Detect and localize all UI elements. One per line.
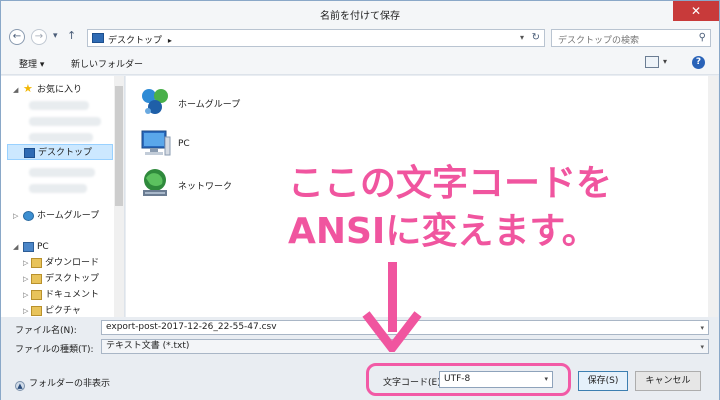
- down-arrow-icon: [362, 262, 422, 352]
- filetype-dropdown-icon[interactable]: ▾: [700, 341, 704, 354]
- view-options-icon[interactable]: [645, 56, 659, 68]
- sidebar-label: お気に入り: [37, 85, 83, 95]
- homegroup-icon: [23, 211, 34, 221]
- back-button[interactable]: ←: [9, 29, 25, 45]
- breadcrumb-arrow-icon[interactable]: ▸: [168, 36, 172, 45]
- desktop-icon: [92, 33, 104, 43]
- hide-folders-button[interactable]: ▲ フォルダーの非表示: [15, 376, 110, 391]
- sidebar-item-desktop[interactable]: デスクトップ: [7, 144, 113, 160]
- expand-icon[interactable]: ◢: [13, 239, 18, 255]
- breadcrumb-label: デスクトップ: [108, 36, 163, 46]
- search-icon[interactable]: ⚲: [699, 32, 706, 43]
- filetype-value: テキスト文書 (*.txt): [106, 341, 190, 351]
- sidebar-item-pc[interactable]: ◢ PC: [1, 239, 113, 255]
- sidebar-scroll-thumb[interactable]: [115, 86, 123, 206]
- star-icon: ★: [23, 82, 33, 95]
- organize-button[interactable]: 整理 ▾: [19, 57, 44, 70]
- annotation-text: ここの文字コードを ANSIに変えます。: [288, 160, 708, 256]
- command-toolbar: 整理 ▾ 新しいフォルダー ▾ ?: [1, 51, 719, 75]
- breadcrumb-desktop[interactable]: デスクトップ ▸: [108, 33, 172, 46]
- cancel-button[interactable]: キャンセル: [635, 371, 701, 391]
- item-label: ホームグループ: [178, 100, 241, 110]
- sidebar-label: ホームグループ: [37, 211, 100, 221]
- sidebar-label: デスクトップ: [45, 274, 100, 284]
- refresh-icon[interactable]: ↻: [532, 32, 540, 43]
- title-bar: 名前を付けて保存 ✕: [1, 1, 719, 25]
- downloads-folder-icon: [31, 258, 42, 268]
- collapse-icon: ▲: [15, 381, 25, 391]
- collapsed-icon[interactable]: ▷: [23, 287, 28, 303]
- pc-icon: [141, 130, 171, 156]
- encoding-highlight: [366, 363, 571, 396]
- new-folder-button[interactable]: 新しいフォルダー: [71, 57, 143, 70]
- collapsed-icon[interactable]: ▷: [13, 208, 18, 224]
- address-bar[interactable]: デスクトップ ▸ ▾ ↻: [87, 29, 545, 47]
- collapsed-icon[interactable]: ▷: [23, 255, 28, 271]
- blurred-item: [29, 101, 89, 110]
- help-icon[interactable]: ?: [692, 56, 705, 69]
- network-icon: [143, 169, 167, 196]
- blurred-item: [29, 133, 93, 142]
- search-placeholder: デスクトップの検索: [558, 36, 640, 46]
- expand-icon[interactable]: ◢: [13, 82, 18, 98]
- list-item-pc[interactable]: PC: [138, 126, 338, 162]
- close-button[interactable]: ✕: [673, 1, 719, 21]
- filename-value: export-post-2017-12-26_22-55-47.csv: [106, 322, 277, 332]
- sidebar-item-downloads[interactable]: ▷ ダウンロード: [1, 255, 113, 271]
- documents-folder-icon: [31, 290, 42, 300]
- blurred-item: [29, 184, 87, 193]
- item-label: ネットワーク: [178, 182, 233, 192]
- item-label: PC: [178, 139, 190, 149]
- homegroup-icon: [142, 89, 168, 114]
- up-button[interactable]: ↑: [67, 29, 76, 42]
- sidebar-scrollbar[interactable]: [114, 76, 124, 317]
- sidebar-label: PC: [37, 242, 49, 252]
- window-title: 名前を付けて保存: [320, 11, 400, 22]
- history-dropdown-icon[interactable]: ▾: [53, 31, 58, 41]
- forward-button[interactable]: →: [31, 29, 47, 45]
- list-item-homegroup[interactable]: ホームグループ: [138, 84, 338, 120]
- filename-dropdown-icon[interactable]: ▾: [700, 322, 704, 335]
- view-dropdown-icon[interactable]: ▾: [663, 57, 667, 66]
- content-scrollbar[interactable]: [708, 76, 718, 317]
- collapsed-icon[interactable]: ▷: [23, 303, 28, 317]
- pictures-folder-icon: [31, 306, 42, 316]
- sidebar-label: デスクトップ: [38, 148, 93, 158]
- search-input[interactable]: デスクトップの検索 ⚲: [551, 29, 711, 47]
- blurred-item: [29, 117, 101, 126]
- sidebar-item-favorites[interactable]: ◢ ★ お気に入り: [1, 82, 113, 98]
- navigation-pane: ◢ ★ お気に入り デスクトップ ▷ ホームグループ ◢ PC ▷ ダウンロード: [1, 76, 125, 317]
- sidebar-label: ドキュメント: [45, 290, 100, 300]
- annotation-line-2: ANSIに変えます。: [288, 211, 598, 252]
- filetype-label: ファイルの種類(T):: [15, 345, 94, 355]
- sidebar-item-pictures[interactable]: ▷ ピクチャ: [1, 303, 113, 317]
- blurred-item: [29, 168, 95, 177]
- hide-folders-label: フォルダーの非表示: [29, 379, 111, 389]
- navigation-bar: ← → ▾ ↑ デスクトップ ▸ ▾ ↻ デスクトップの検索 ⚲: [1, 25, 719, 51]
- collapsed-icon[interactable]: ▷: [23, 271, 28, 287]
- file-fields: ファイル名(N): export-post-2017-12-26_22-55-4…: [1, 317, 719, 357]
- filename-label: ファイル名(N):: [15, 326, 77, 336]
- desktop-folder-icon: [31, 274, 42, 284]
- sidebar-label: ピクチャ: [45, 306, 81, 316]
- annotation-line-1: ここの文字コードを: [288, 163, 613, 204]
- dialog-footer: ▲ フォルダーの非表示 文字コード(E): UTF-8 ▾ 保存(S) キャンセル: [1, 361, 719, 400]
- sidebar-label: ダウンロード: [45, 258, 100, 268]
- sidebar-item-documents[interactable]: ▷ ドキュメント: [1, 287, 113, 303]
- address-dropdown-icon[interactable]: ▾: [520, 33, 524, 42]
- sidebar-item-pc-desktop[interactable]: ▷ デスクトップ: [1, 271, 113, 287]
- sidebar-item-homegroup[interactable]: ▷ ホームグループ: [1, 208, 113, 224]
- pc-icon: [23, 242, 34, 252]
- save-button[interactable]: 保存(S): [578, 371, 628, 391]
- desktop-icon: [24, 148, 35, 158]
